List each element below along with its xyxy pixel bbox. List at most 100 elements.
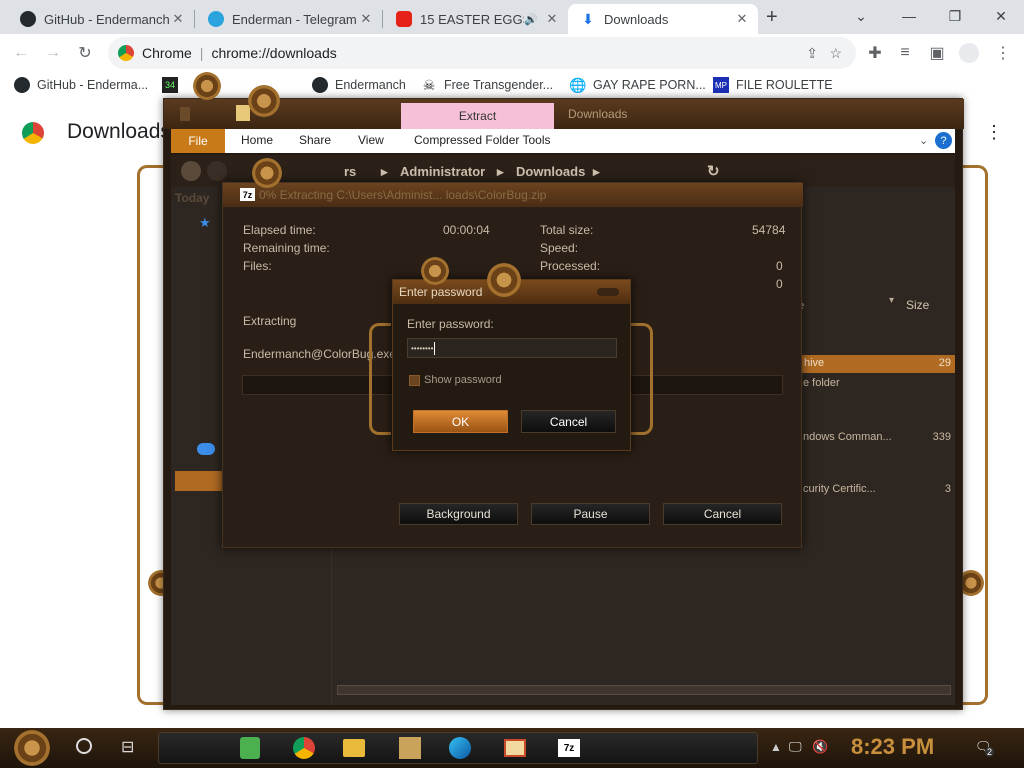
pipe-decoration: [631, 323, 653, 435]
file-explorer-taskbar-icon[interactable]: [340, 734, 368, 762]
start-button-icon[interactable]: [14, 730, 50, 766]
volume-muted-icon[interactable]: 🔇: [812, 739, 828, 755]
ok-button[interactable]: OK: [413, 410, 508, 433]
bookmark-item[interactable]: MP FILE ROULETTE: [713, 77, 833, 93]
horizontal-scrollbar[interactable]: [337, 685, 951, 695]
address-part-administrator[interactable]: Administrator: [400, 164, 485, 179]
tab-search-button[interactable]: ⌄: [838, 0, 884, 32]
show-password-checkbox[interactable]: Show password: [409, 374, 502, 386]
menu-icon[interactable]: ⋮: [992, 42, 1014, 64]
window-title: Downloads: [568, 107, 628, 121]
close-icon[interactable]: ✕: [358, 11, 374, 27]
clock[interactable]: 8:23 PM: [851, 734, 934, 760]
telegram-icon: [208, 11, 224, 27]
tab-downloads[interactable]: ⬇ Downloads ✕: [568, 4, 758, 34]
row-name: hive: [804, 357, 825, 369]
back-icon[interactable]: [181, 161, 201, 181]
tab-view[interactable]: View: [358, 133, 384, 147]
chrome-icon: [118, 45, 134, 61]
skull-icon: ☠: [422, 76, 436, 93]
close-icon[interactable]: ✕: [734, 11, 750, 27]
tab-youtube[interactable]: 15 EASTER EGGS 🔊 ✕: [384, 4, 568, 34]
close-dialog-button[interactable]: [597, 288, 619, 296]
refresh-icon[interactable]: ↻: [707, 162, 720, 180]
bookmark-label: GAY RAPE PORN...: [593, 78, 706, 92]
row-name[interactable]: curity Certific...: [803, 483, 876, 495]
onedrive-icon: [197, 443, 215, 455]
extract-context-tab[interactable]: Extract: [401, 103, 554, 129]
notes-app-icon[interactable]: [236, 734, 264, 762]
quick-access-icon[interactable]: [180, 107, 190, 121]
total-size-value: 54784: [752, 223, 786, 237]
mp-icon: MP: [713, 77, 729, 93]
github-icon: [14, 77, 30, 93]
tray-overflow-icon[interactable]: ▲: [770, 740, 782, 754]
share-icon[interactable]: ⇪: [806, 45, 818, 62]
chrome-taskbar-icon[interactable]: [290, 734, 318, 762]
youtube-icon: [396, 11, 412, 27]
forward-icon[interactable]: →: [42, 42, 64, 64]
back-icon[interactable]: ←: [10, 42, 32, 64]
close-icon[interactable]: ✕: [544, 11, 560, 27]
address-part[interactable]: rs: [344, 164, 356, 179]
help-icon[interactable]: ?: [935, 132, 952, 149]
address-bar[interactable]: Chrome | chrome://downloads ⇪ ☆: [108, 37, 856, 69]
certificate-app-icon[interactable]: [501, 734, 529, 762]
row-name[interactable]: ndows Comman...: [803, 431, 892, 443]
tab-compressed-folder-tools[interactable]: Compressed Folder Tools: [414, 133, 551, 147]
address-part-downloads[interactable]: Downloads: [516, 164, 585, 179]
bookmark-item[interactable]: 34 🗎: [162, 77, 185, 93]
minimize-button[interactable]: —: [886, 0, 932, 32]
sort-dropdown-icon[interactable]: ▾: [889, 295, 894, 306]
tab-home[interactable]: Home: [241, 133, 273, 147]
tab-github[interactable]: GitHub - Endermanch ✕: [8, 4, 194, 34]
pipe-decoration: [137, 165, 165, 705]
reload-icon[interactable]: ↻: [74, 42, 96, 64]
extra-value: 0: [776, 277, 783, 291]
bookmark-item[interactable]: 🌐 GAY RAPE PORN...: [569, 77, 706, 93]
cancel-button[interactable]: Cancel: [663, 503, 782, 525]
game-app-icon[interactable]: [396, 734, 424, 762]
bookmark-star-icon[interactable]: ☆: [829, 45, 842, 62]
restore-button[interactable]: ❐: [932, 0, 978, 32]
tab-file[interactable]: File: [171, 129, 225, 153]
bookmark-item[interactable]: GitHub - Enderma...: [14, 77, 148, 93]
page-title: Downloads: [67, 120, 171, 143]
separator-icon: ▸: [381, 164, 388, 179]
close-window-button[interactable]: ✕: [978, 0, 1024, 32]
side-panel-icon[interactable]: ▣: [926, 42, 948, 64]
tab-telegram[interactable]: Enderman - Telegram ✕: [196, 4, 382, 34]
7zip-icon: 7z: [240, 188, 255, 201]
cancel-button[interactable]: Cancel: [521, 410, 616, 433]
browser-toolbar: ← → ↻ Chrome | chrome://downloads ⇪ ☆ ✚ …: [0, 34, 1024, 72]
page-menu-icon[interactable]: ⋮: [985, 122, 1003, 143]
task-view-icon[interactable]: ⊟: [121, 737, 134, 757]
password-label: Enter password:: [407, 317, 494, 331]
background-button[interactable]: Background: [399, 503, 518, 525]
media-icon[interactable]: ≡: [894, 42, 916, 64]
bookmark-item[interactable]: Endermanch: [312, 77, 406, 93]
edge-taskbar-icon[interactable]: [446, 734, 474, 762]
ribbon-expand-icon[interactable]: ⌄: [919, 134, 928, 147]
progress-title: 0% Extracting C:\Users\Administ... loads…: [259, 188, 547, 202]
table-row-selected[interactable]: hive 29: [800, 355, 955, 373]
bookmark-item[interactable]: ☠ Free Transgender...: [421, 77, 553, 93]
tab-share[interactable]: Share: [299, 133, 331, 147]
pause-button[interactable]: Pause: [531, 503, 650, 525]
close-icon[interactable]: ✕: [170, 11, 186, 27]
network-icon[interactable]: 🖵: [789, 739, 802, 755]
7zip-taskbar-icon[interactable]: 7z: [555, 734, 583, 762]
search-icon[interactable]: [76, 738, 92, 754]
files-label: Files:: [243, 259, 272, 273]
gear-icon: [252, 158, 282, 188]
processed-label: Processed:: [540, 259, 601, 273]
new-tab-button[interactable]: +: [766, 6, 778, 29]
chrome-logo-icon: [22, 122, 44, 144]
forward-icon[interactable]: [207, 161, 227, 181]
profile-icon[interactable]: [958, 42, 980, 64]
column-header-size[interactable]: Size: [906, 298, 929, 312]
row-name[interactable]: e folder: [803, 377, 840, 389]
checkbox-icon[interactable]: [409, 374, 420, 386]
password-input[interactable]: ••••••••: [407, 338, 617, 358]
extensions-icon[interactable]: ✚: [864, 42, 886, 64]
